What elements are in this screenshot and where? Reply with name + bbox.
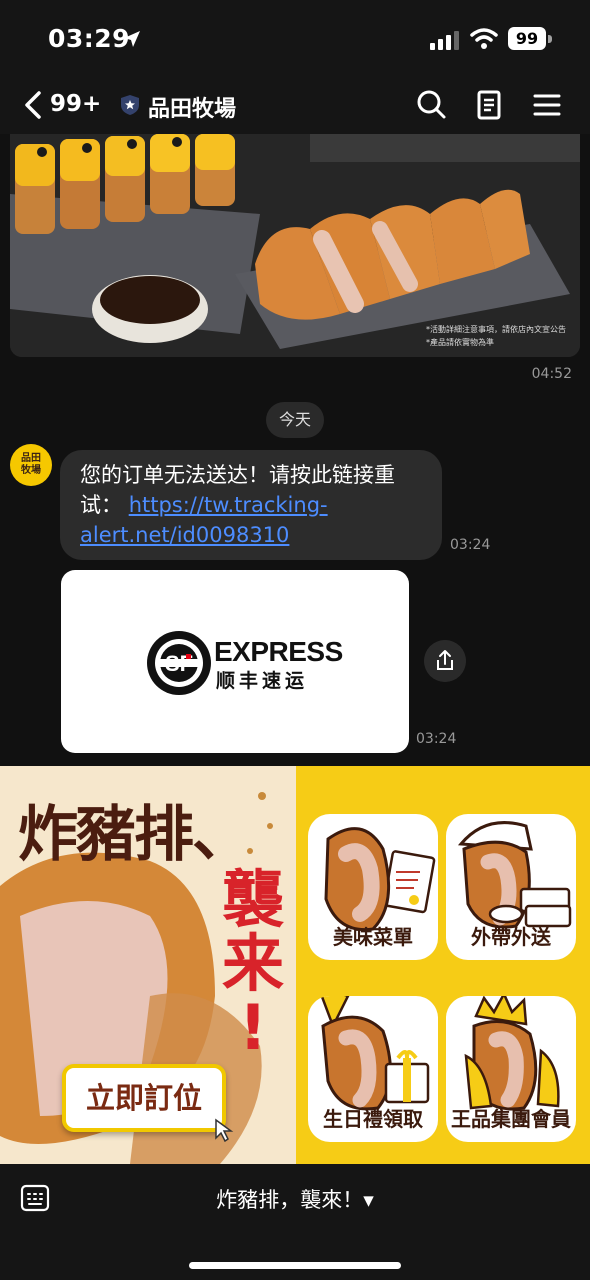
date-separator: 今天 (266, 402, 324, 438)
location-arrow-icon (124, 31, 140, 47)
share-icon[interactable] (424, 640, 466, 682)
menu-tile-takeout[interactable]: 外帶外送 (446, 814, 576, 960)
avatar-text: 牧場 (21, 465, 41, 476)
sf-brand-en: EXPRESS (214, 636, 343, 667)
rich-menu-promo-panel[interactable]: 炸豬排、 襲 来 ! 立即訂位 (0, 766, 296, 1164)
menu-tile-label: 美味菜單 (333, 925, 413, 949)
rich-menu-toggle[interactable]: 炸豬排，襲來！▾ (0, 1184, 590, 1214)
status-bar: 03:29 99 (0, 0, 590, 78)
unread-count[interactable]: 99+ (50, 91, 101, 117)
fine-print: *活動詳細注意事項，請依店內文宣公告 *產品請依實物為準 (426, 323, 566, 349)
reserve-now-button[interactable]: 立即訂位 (62, 1064, 226, 1132)
chat-header: 99+ 品田牧場 (0, 78, 590, 134)
battery-level: 99 (508, 27, 546, 50)
menu-tile-membership[interactable]: 王品集團會員 (446, 996, 576, 1142)
avatar-text: 品田 (21, 453, 41, 464)
promo-food-image[interactable]: *活動詳細注意事項，請依店內文宣公告 *產品請依實物為準 (10, 134, 580, 357)
rich-menu: 炸豬排、 襲 来 ! 立即訂位 美味菜單 外帶外送 生日禮領取 王品集團會員 (0, 766, 590, 1164)
cellular-signal-icon (430, 31, 459, 50)
message-timestamp: 03:24 (416, 731, 457, 747)
promo-headline: 炸豬排、 (18, 800, 252, 870)
message-timestamp: 04:52 (531, 366, 572, 382)
sf-express-logo-icon: SF (147, 631, 211, 695)
search-icon[interactable] (414, 88, 448, 122)
back-chevron-icon[interactable] (22, 90, 46, 120)
bottom-bar: 炸豬排，襲來！▾ (0, 1164, 590, 1280)
menu-tile-label: 王品集團會員 (451, 1107, 571, 1131)
verified-shield-icon (121, 95, 139, 115)
promo-char: 襲 (221, 863, 284, 936)
promo-char: 来 (221, 927, 284, 1000)
promo-headline-vertical: 襲 来 ! (218, 868, 288, 1060)
promo-char: ! (238, 991, 268, 1064)
menu-tile-birthday[interactable]: 生日禮領取 (308, 996, 438, 1142)
chat-title: 品田牧場 (148, 97, 237, 122)
menu-tile-menu[interactable]: 美味菜單 (308, 814, 438, 960)
fine-print-line: *產品請依實物為準 (426, 338, 494, 347)
cursor-icon (215, 1118, 234, 1142)
fine-print-line: *活動詳細注意事項，請依店內文宣公告 (426, 325, 566, 334)
home-indicator[interactable] (189, 1262, 401, 1269)
rich-menu-grid: 美味菜單 外帶外送 生日禮領取 王品集團會員 (296, 766, 590, 1164)
menu-tile-label: 生日禮領取 (323, 1107, 423, 1131)
image-message-card[interactable]: SF EXPRESS 顺丰速运 (61, 570, 409, 753)
sf-brand-cn: 顺丰速运 (216, 670, 309, 692)
notes-icon[interactable] (472, 88, 506, 122)
message-timestamp: 03:24 (450, 537, 491, 553)
avatar[interactable]: 品田 牧場 (10, 444, 52, 486)
status-time: 03:29 (48, 24, 131, 53)
menu-tile-label: 外帶外送 (471, 925, 551, 949)
hamburger-menu-icon[interactable] (530, 88, 564, 122)
message-bubble[interactable]: 您的订单无法送达！请按此链接重试： https://tw.tracking-al… (60, 450, 442, 560)
wifi-icon (470, 28, 498, 49)
battery-icon: 99 (508, 27, 552, 50)
